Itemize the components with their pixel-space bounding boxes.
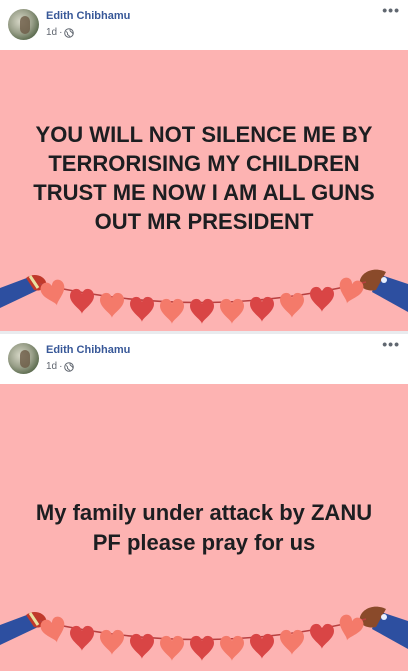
- meta-separator: ·: [59, 27, 63, 38]
- post-time[interactable]: 1d: [46, 27, 57, 38]
- author-name[interactable]: Edith Chibhamu: [46, 10, 130, 22]
- post-background-card: My family under attack by ZANU PF please…: [0, 384, 408, 671]
- avatar[interactable]: [8, 343, 39, 374]
- post-meta: 1d ·: [46, 361, 75, 372]
- meta-separator: ·: [59, 361, 63, 372]
- hearts-garland: [0, 606, 408, 661]
- more-options-icon[interactable]: •••: [382, 2, 400, 18]
- post-text: YOU WILL NOT SILENCE ME BY TERRORISING M…: [33, 122, 375, 234]
- post-background-card: YOU WILL NOT SILENCE ME BY TERRORISING M…: [0, 50, 408, 331]
- hearts-garland: [0, 269, 408, 324]
- post-text: My family under attack by ZANU PF please…: [35, 500, 373, 555]
- post-meta: 1d ·: [46, 27, 75, 38]
- globe-icon: [64, 361, 75, 372]
- post-time[interactable]: 1d: [46, 361, 57, 372]
- more-options-icon[interactable]: •••: [382, 336, 400, 352]
- post-1: Edith Chibhamu 1d · ••• YOU WILL NOT SIL…: [0, 0, 408, 331]
- post-header: Edith Chibhamu 1d · •••: [0, 0, 408, 50]
- globe-icon: [64, 27, 75, 38]
- author-name[interactable]: Edith Chibhamu: [46, 344, 130, 356]
- post-header: Edith Chibhamu 1d · •••: [0, 334, 408, 384]
- post-2: Edith Chibhamu 1d · ••• My family under …: [0, 334, 408, 671]
- avatar[interactable]: [8, 9, 39, 40]
